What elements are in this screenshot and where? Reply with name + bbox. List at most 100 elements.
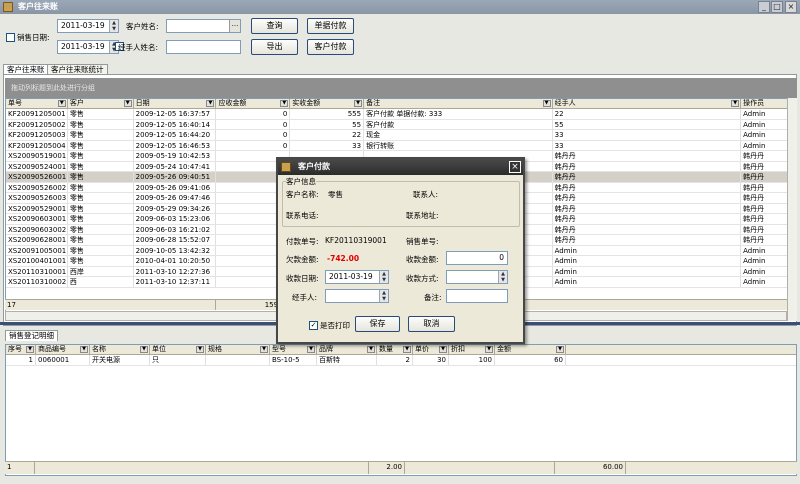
table-cell: 韩丹丹 — [553, 235, 742, 245]
dlg-date-dropdown-icon[interactable]: ▲ ▼ — [379, 271, 388, 283]
date-from-input[interactable]: 2011-03-19 ▲ ▼ — [57, 19, 119, 33]
window-title: 客户往来账 — [0, 0, 800, 14]
table-row[interactable]: KF20091205003 零售 2009-12-05 16:44:20 0 22 现金 3… — [6, 130, 796, 141]
table-cell: 零售 — [68, 193, 134, 203]
detail-footer-count: 1 — [5, 462, 35, 474]
date-from-dropdown-icon[interactable]: ▲ ▼ — [109, 20, 118, 32]
query-button[interactable]: 查询 — [251, 18, 298, 34]
table-cell: 2011-03-10 12:27:36 — [134, 266, 217, 276]
filter-dropdown-icon: ▼ — [206, 100, 215, 107]
table-cell: XS20090524001 — [8, 161, 68, 171]
maximize-icon[interactable]: □ — [771, 1, 783, 13]
detail-col-header[interactable]: 商品编号 ▼ — [36, 345, 90, 354]
dialog-close-icon[interactable]: × — [509, 161, 521, 173]
close-icon[interactable]: × — [785, 1, 797, 13]
detail-cell: BS-10-5 — [270, 355, 317, 365]
table-cell: 零售 — [68, 130, 134, 140]
ledger-vscrollbar[interactable] — [787, 98, 797, 321]
dlg-received-amount-label: 收款金额: — [406, 255, 439, 264]
dlg-received-amount-input[interactable]: 0 — [446, 251, 508, 265]
table-cell: 0 — [216, 130, 291, 140]
col-handler[interactable]: 经手人 ▼ — [553, 99, 742, 108]
handler-name-input[interactable] — [166, 40, 241, 54]
table-cell: XS20090628001 — [8, 235, 68, 245]
detail-row[interactable]: 1 0060001 开关电源只 BS-10-5 百斯特 2 30 100 60 — [6, 355, 796, 366]
col-receivable[interactable]: 应收金额 ▼ — [216, 99, 291, 108]
table-row[interactable]: KF20091205001 零售 2009-12-05 16:37:57 0 555 客户… — [6, 109, 796, 120]
table-cell: 55 — [553, 119, 742, 129]
batch-pay-button[interactable]: 单据付款 — [307, 18, 354, 34]
detail-cell: 百斯特 — [317, 355, 377, 365]
dlg-customer-name-label: 客户名称: — [286, 190, 319, 199]
ledger-header: 单号 ▼ 客户 ▼ 日期 ▼ 应收金额 ▼ 实收金额 ▼ 备注 ▼ 经手人 ▼ 操作员 — [6, 99, 796, 109]
dlg-method-select[interactable]: ▲ ▼ — [446, 270, 508, 284]
dlg-phone-label: 联系电话: — [286, 211, 319, 220]
dlg-method-dropdown-icon[interactable]: ▲ ▼ — [498, 271, 507, 283]
table-cell: 零售 — [68, 203, 134, 213]
filter-dropdown-icon: ▼ — [196, 346, 204, 353]
customer-browse-button[interactable]: ... — [229, 20, 240, 32]
dlg-handler-dropdown-icon[interactable]: ▲ ▼ — [379, 290, 388, 302]
export-button[interactable]: 导出 — [251, 39, 298, 55]
dlg-cancel-button[interactable]: 取消 — [408, 316, 455, 332]
table-cell: 韩丹丹 — [553, 193, 742, 203]
table-cell: 零售 — [68, 214, 134, 224]
date-to-value: 2011-03-19 — [61, 42, 105, 51]
group-by-area[interactable]: 拖动列标题到此处进行分组 — [5, 78, 797, 98]
customer-pay-button[interactable]: 客户付款 — [307, 39, 354, 55]
table-cell: 零售 — [68, 109, 134, 119]
filter-dropdown-icon: ▼ — [57, 100, 66, 107]
detail-col-header[interactable]: 序号 ▼ — [6, 345, 36, 354]
detail-col-header[interactable]: 数量 ▼ — [377, 345, 413, 354]
table-cell: XS20090529001 — [8, 203, 68, 213]
dlg-print-checkbox[interactable]: ✓ — [309, 321, 318, 330]
table-cell: 客户付款 — [364, 119, 553, 129]
detail-col-header[interactable]: 型号 ▼ — [270, 345, 317, 354]
customer-info-label: 客户信息 — [286, 176, 316, 187]
filter-dropdown-icon: ▼ — [556, 346, 564, 353]
detail-rows: 1 0060001 开关电源只 BS-10-5 百斯特 2 30 100 60 — [6, 355, 796, 366]
detail-col-header[interactable]: 品牌 ▼ — [317, 345, 377, 354]
detail-col-header[interactable]: 折扣 ▼ — [449, 345, 495, 354]
handler-name-label: 经手人姓名: — [118, 43, 159, 52]
minimize-icon[interactable]: _ — [758, 1, 770, 13]
detail-grid: 序号 ▼ 商品编号 ▼ 名称 ▼ 单位 ▼ 规格 ▼ 型号 ▼ 品牌 ▼ 数量 ▼ 单价 ▼ 折扣 ▼ 金额 ▼ 1 006… — [5, 344, 797, 476]
tab-sales-detail[interactable]: 销售登记明细 — [5, 330, 58, 341]
table-cell: Admin — [553, 256, 742, 266]
table-cell: KF20091205003 — [6, 130, 68, 140]
filter-dropdown-icon: ▼ — [26, 346, 34, 353]
dialog-icon — [281, 162, 291, 172]
detail-col-header[interactable]: 规格 ▼ — [206, 345, 270, 354]
table-cell: 韩丹丹 — [553, 224, 742, 234]
detail-col-header[interactable]: 单价 ▼ — [413, 345, 449, 354]
dlg-note-input[interactable] — [446, 289, 508, 303]
sales-date-checkbox[interactable] — [6, 33, 15, 42]
date-from-value: 2011-03-19 — [61, 21, 105, 30]
detail-cell: 0060001 — [36, 355, 90, 365]
detail-col-header[interactable]: 单位 ▼ — [150, 345, 206, 354]
col-date[interactable]: 日期 ▼ — [134, 99, 217, 108]
col-note[interactable]: 备注 ▼ — [364, 99, 553, 108]
detail-col-header[interactable]: 名称 ▼ — [90, 345, 150, 354]
table-cell: XS20100401001 — [8, 256, 68, 266]
dlg-print-label: 是否打印 — [320, 321, 350, 330]
table-row[interactable]: KF20091205002 零售 2009-12-05 16:40:14 0 55 客户付… — [6, 119, 796, 130]
dlg-address-label: 联系地址: — [406, 211, 439, 220]
detail-col-header[interactable]: 金额 ▼ — [495, 345, 566, 354]
detail-cell: 60 — [495, 355, 566, 365]
table-cell: XS20090603001 — [8, 214, 68, 224]
dlg-save-button[interactable]: 保存 — [355, 316, 400, 332]
dlg-received-date-input[interactable]: 2011-03-19 ▲ ▼ — [325, 270, 389, 284]
table-cell: KF20091205004 — [6, 140, 68, 150]
col-customer[interactable]: 客户 ▼ — [68, 99, 134, 108]
table-row[interactable]: KF20091205004 零售 2009-12-05 16:46:53 0 33 银行转… — [6, 140, 796, 151]
col-received[interactable]: 实收金额 ▼ — [290, 99, 365, 108]
detail-footer-spacer2 — [405, 462, 555, 474]
table-cell: 零售 — [68, 151, 134, 161]
table-cell: Admin — [553, 266, 742, 276]
date-to-input[interactable]: 2011-03-19 ▲ ▼ — [57, 40, 119, 54]
table-cell: 零售 — [68, 256, 134, 266]
filter-dropdown-icon: ▼ — [307, 346, 315, 353]
col-order-no[interactable]: 单号 ▼ — [6, 99, 68, 108]
dlg-handler-select[interactable]: ▲ ▼ — [325, 289, 389, 303]
